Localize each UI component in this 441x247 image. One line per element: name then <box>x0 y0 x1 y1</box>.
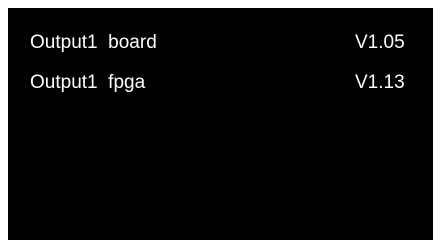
module-version: V1.05 <box>355 32 405 53</box>
module-version: V1.13 <box>355 72 405 93</box>
version-row-output1-fpga: Output1 fpga V1.13 <box>30 69 430 97</box>
module-name: Output1 fpga <box>30 72 146 93</box>
module-name: Output1 board <box>30 32 157 53</box>
version-info-screen: Output1 board V1.05 Output1 fpga V1.13 <box>8 8 433 240</box>
version-row-output1-board: Output1 board V1.05 <box>30 29 430 57</box>
